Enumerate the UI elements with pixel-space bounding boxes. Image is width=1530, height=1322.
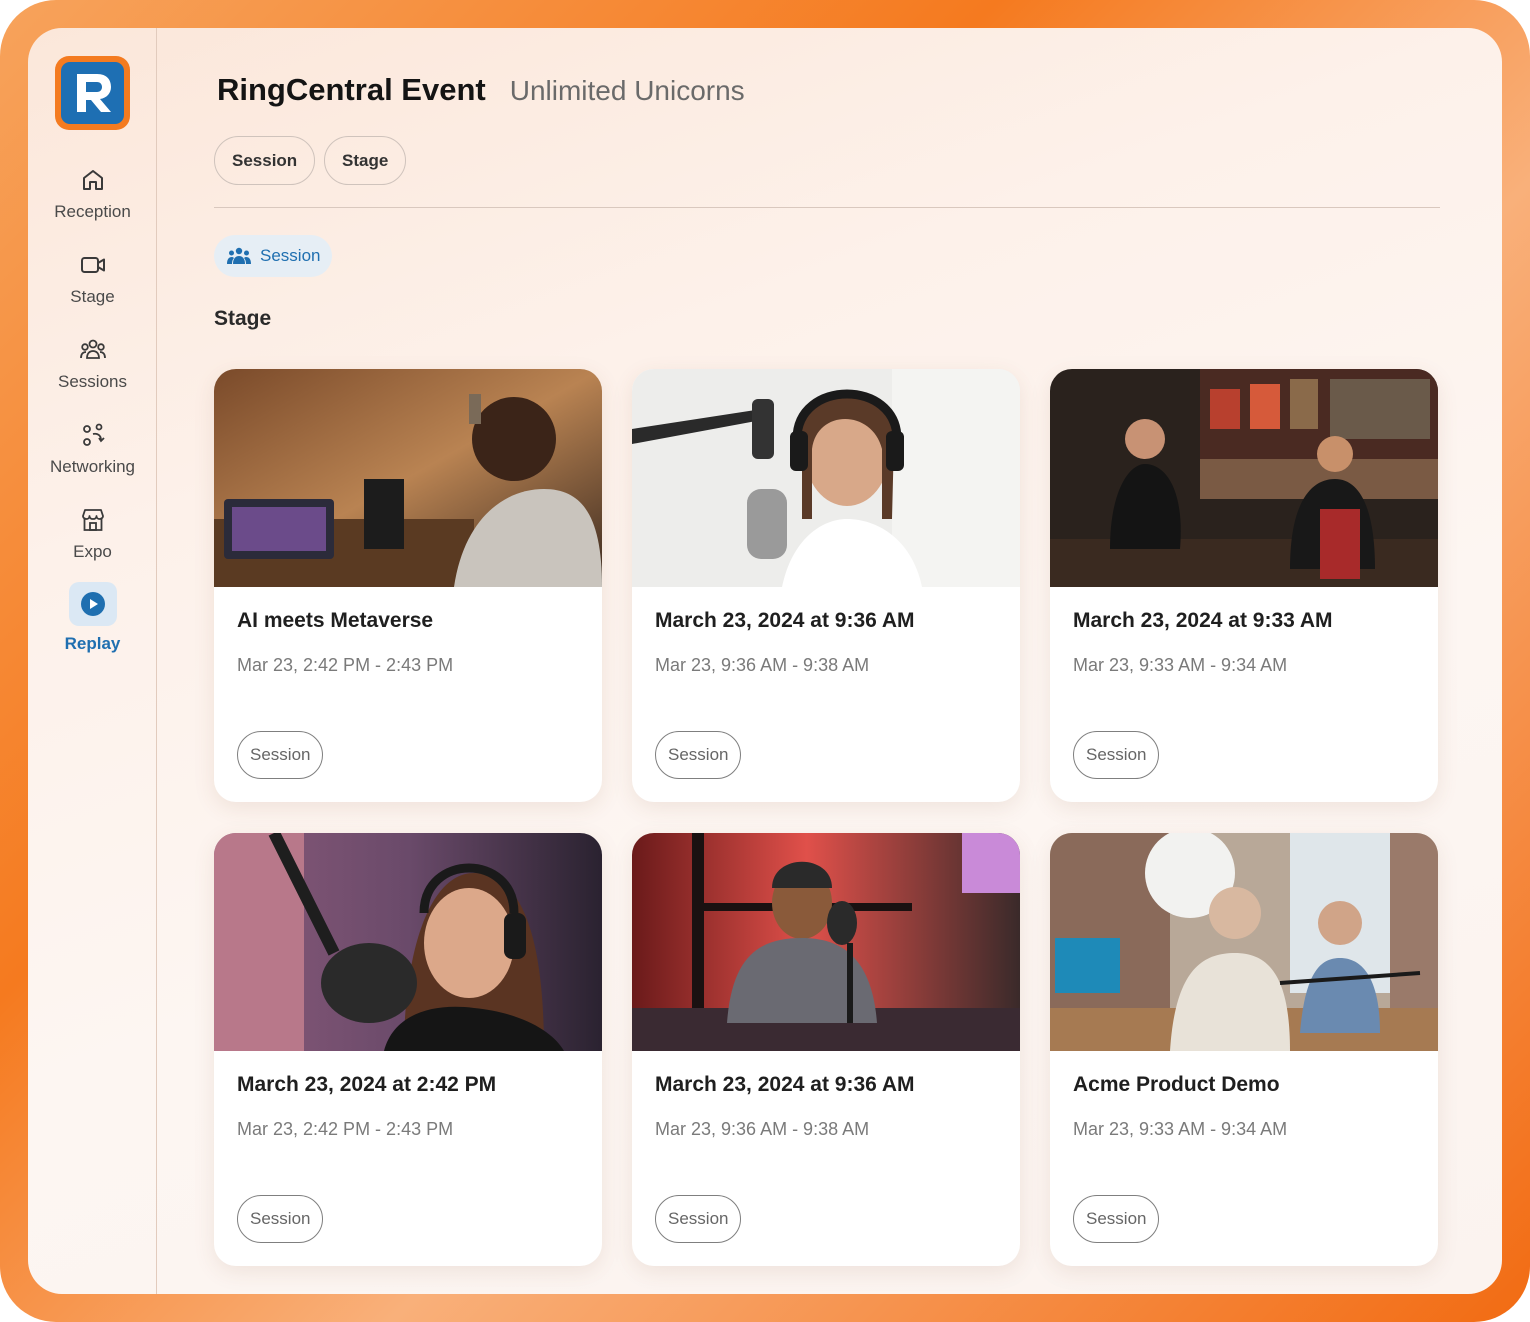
group-icon — [79, 339, 106, 359]
session-time: Mar 23, 9:33 AM - 9:34 AM — [1073, 1119, 1288, 1139]
filter-pill-stage[interactable]: Stage — [324, 136, 407, 185]
section-heading: Stage — [214, 307, 272, 330]
active-filter-chip[interactable]: Session — [214, 235, 333, 277]
session-thumbnail — [1050, 369, 1438, 587]
session-card[interactable]: March 23, 2024 at 2:42 PM Mar 23, 2:42 P… — [214, 833, 602, 1266]
session-time: Mar 23, 2:42 PM - 2:43 PM — [237, 655, 454, 675]
filter-pill-session[interactable]: Session — [214, 136, 316, 185]
sidebar-item-label: Stage — [70, 287, 115, 306]
session-time: Mar 23, 2:42 PM - 2:43 PM — [237, 1119, 454, 1139]
session-title: AI meets Metaverse — [237, 609, 434, 632]
page-title: RingCentral Event — [217, 72, 486, 107]
session-title: March 23, 2024 at 9:36 AM — [655, 1073, 915, 1096]
sidebar: Reception Stage Sessions Networking Expo… — [28, 28, 157, 1294]
sidebar-item-expo[interactable]: Expo — [28, 506, 157, 562]
session-tag[interactable]: Session — [1073, 731, 1160, 779]
chip-label: Session — [260, 246, 321, 265]
session-card[interactable]: March 23, 2024 at 9:36 AM Mar 23, 9:36 A… — [632, 369, 1020, 802]
play-circle-icon — [80, 592, 105, 616]
sidebar-item-stage[interactable]: Stage — [28, 251, 157, 307]
app-window: Reception Stage Sessions Networking Expo… — [28, 28, 1502, 1294]
session-time: Mar 23, 9:36 AM - 9:38 AM — [655, 655, 870, 675]
home-icon — [82, 170, 103, 190]
networking-icon — [82, 423, 105, 446]
session-thumbnail — [214, 833, 602, 1051]
sidebar-item-label: Reception — [54, 202, 131, 221]
session-tag[interactable]: Session — [655, 1195, 742, 1243]
session-tag[interactable]: Session — [237, 1195, 324, 1243]
session-title: March 23, 2024 at 9:33 AM — [1073, 609, 1333, 632]
session-time: Mar 23, 9:33 AM - 9:34 AM — [1073, 655, 1288, 675]
session-card[interactable]: AI meets Metaverse Mar 23, 2:42 PM - 2:4… — [214, 369, 602, 802]
sidebar-item-replay[interactable]: Replay — [28, 582, 157, 654]
session-card[interactable]: March 23, 2024 at 9:33 AM Mar 23, 9:33 A… — [1050, 369, 1438, 802]
session-time: Mar 23, 9:36 AM - 9:38 AM — [655, 1119, 870, 1139]
sidebar-item-reception[interactable]: Reception — [28, 166, 157, 222]
sidebar-item-label: Replay — [64, 634, 121, 653]
session-title: Acme Product Demo — [1073, 1073, 1280, 1096]
session-title: March 23, 2024 at 2:42 PM — [237, 1073, 497, 1096]
video-camera-icon — [80, 257, 105, 273]
page-header: RingCentral Event Unlimited Unicorns — [217, 72, 745, 108]
active-indicator — [68, 582, 117, 626]
session-tag[interactable]: Session — [655, 731, 742, 779]
group-icon — [227, 247, 251, 264]
logo-r-icon — [76, 74, 111, 112]
sidebar-item-networking[interactable]: Networking — [28, 421, 157, 477]
session-thumbnail — [1050, 833, 1438, 1051]
storefront-icon — [81, 509, 104, 531]
session-tag[interactable]: Session — [1073, 1195, 1160, 1243]
session-thumbnail — [632, 833, 1020, 1051]
header-divider — [214, 207, 1440, 208]
sidebar-item-label: Networking — [49, 457, 136, 476]
sidebar-item-label: Expo — [73, 542, 112, 561]
session-card[interactable]: Acme Product Demo Mar 23, 9:33 AM - 9:34… — [1050, 833, 1438, 1266]
session-thumbnail — [214, 369, 602, 587]
session-tag[interactable]: Session — [237, 731, 324, 779]
sidebar-item-label: Sessions — [58, 372, 127, 391]
ringcentral-logo[interactable] — [55, 56, 130, 130]
session-title: March 23, 2024 at 9:36 AM — [655, 609, 915, 632]
session-thumbnail — [632, 369, 1020, 587]
event-subtitle: Unlimited Unicorns — [509, 75, 745, 106]
sidebar-item-sessions[interactable]: Sessions — [28, 336, 157, 392]
logo-mark — [61, 62, 124, 124]
main-content: RingCentral Event Unlimited Unicorns Ses… — [214, 28, 1440, 1294]
session-card[interactable]: March 23, 2024 at 9:36 AM Mar 23, 9:36 A… — [632, 833, 1020, 1266]
